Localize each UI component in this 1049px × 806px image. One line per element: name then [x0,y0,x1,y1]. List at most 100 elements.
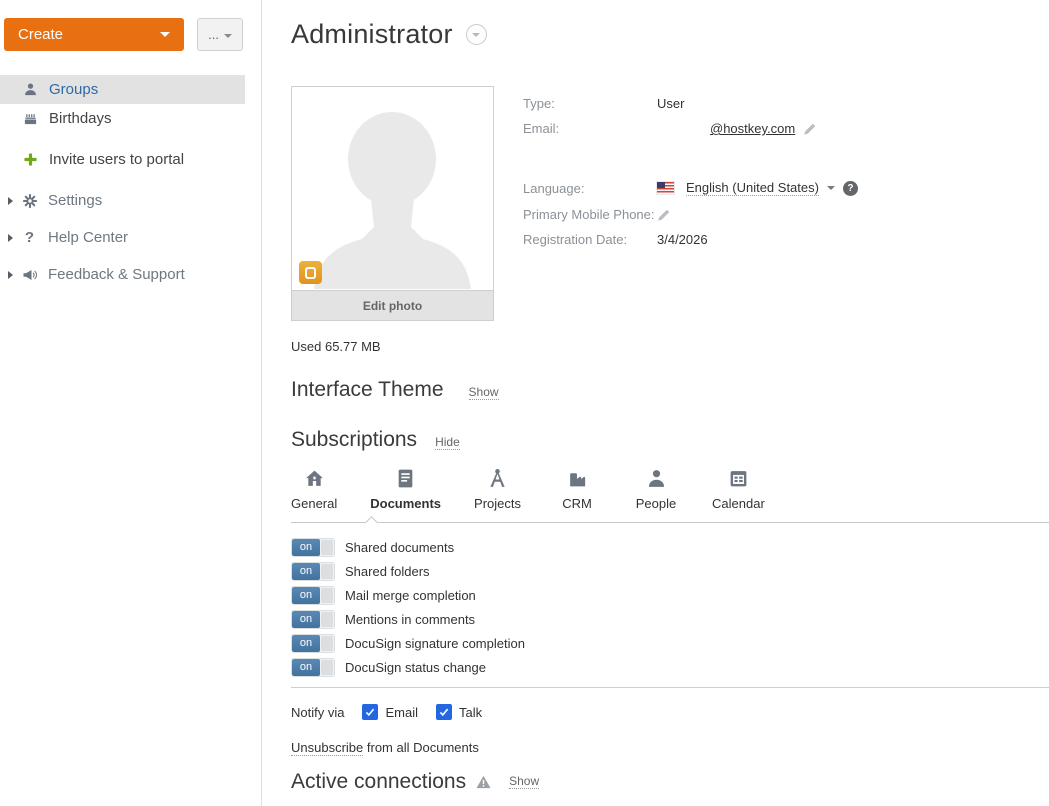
notify-talk-label: Talk [459,705,482,720]
subscription-tabs: General Documents Projects CRM [291,467,1049,523]
chevron-right-icon [8,271,13,279]
megaphone-icon [21,266,38,283]
sidebar-item-help-center[interactable]: ? Help Center [0,223,245,252]
person-icon [646,467,667,489]
notify-email-label: Email [385,705,418,720]
profile-info: Type: User Email: @hostkey.com Language: [523,86,858,321]
section-title: Active connections [291,770,466,794]
toggle-switch[interactable]: on [291,586,335,605]
subscriptions-section: Subscriptions Hide [291,428,1049,452]
field-registration-date: Registration Date: 3/4/2026 [523,227,858,252]
toggle-label: DocuSign signature completion [345,636,525,651]
sidebar-item-label: Groups [49,81,98,98]
field-email: Email: @hostkey.com [523,116,858,141]
document-icon [397,467,414,489]
sidebar-item-label: Settings [48,192,102,209]
toggle-row-shared-documents: on Shared documents [291,535,1049,559]
calendar-icon [728,467,749,489]
more-actions-label: ... [208,27,219,42]
field-phone: Primary Mobile Phone: [523,202,858,227]
used-storage-text: Used 65.77 MB [291,339,1049,354]
toggle-switch[interactable]: on [291,634,335,653]
people-profile-page: Create ... Groups Birthdays [0,0,1049,806]
toggle-label: Mentions in comments [345,612,475,627]
profile-photo-card: Edit photo [291,86,494,321]
create-button[interactable]: Create [4,18,184,51]
sidebar-item-groups[interactable]: Groups [0,75,245,104]
notify-email-checkbox[interactable] [362,704,378,720]
onlyoffice-badge-icon[interactable] [299,261,322,284]
more-actions-button[interactable]: ... [197,18,243,51]
plus-icon [22,151,39,168]
toggle-switch[interactable]: on [291,538,335,557]
main-content: Administrator Edit photo Type: [262,0,1049,806]
tab-projects[interactable]: Projects [474,467,521,511]
toggle-switch[interactable]: on [291,562,335,581]
field-language: Language: English (United States) ? [523,174,858,202]
subscriptions-hide-link[interactable]: Hide [435,436,460,450]
sidebar-item-label: Birthdays [49,110,112,127]
notify-talk-checkbox[interactable] [436,704,452,720]
tab-calendar[interactable]: Calendar [712,467,765,511]
chevron-right-icon [8,234,13,242]
profile-photo [291,86,494,290]
profile-actions-dropdown-icon[interactable] [466,24,487,45]
field-label: Email: [523,121,657,136]
create-button-label: Create [18,26,63,43]
field-label: Primary Mobile Phone: [523,207,657,222]
field-value: 3/4/2026 [657,232,708,247]
active-connections-show-link[interactable]: Show [509,775,539,789]
unsubscribe-link[interactable]: Unsubscribe [291,740,363,756]
help-icon[interactable]: ? [843,181,858,196]
tab-crm[interactable]: CRM [554,467,600,511]
toggle-row-docusign-status: on DocuSign status change [291,655,1049,679]
email-link[interactable]: @hostkey.com [710,121,795,136]
sidebar-item-label: Feedback & Support [48,266,185,283]
sidebar-menu: Groups Birthdays Invite users to portal [0,75,261,289]
chevron-down-icon [160,32,170,37]
edit-pencil-icon[interactable] [803,122,817,136]
toggle-row-mail-merge: on Mail merge completion [291,583,1049,607]
checkmark-icon [438,706,450,718]
interface-theme-section: Interface Theme Show [291,378,1049,402]
checkmark-icon [364,706,376,718]
sidebar: Create ... Groups Birthdays [0,0,262,806]
toggle-label: Shared folders [345,564,430,579]
birthday-cake-icon [22,110,39,127]
toggle-label: Shared documents [345,540,454,555]
sidebar-item-invite-users[interactable]: Invite users to portal [0,145,245,174]
language-select[interactable]: English (United States) [686,180,819,196]
toggle-switch[interactable]: on [291,610,335,629]
header: Administrator [291,19,1049,50]
person-icon [22,81,39,98]
question-mark-icon: ? [21,229,38,246]
notify-via-row: Notify via Email Talk [291,704,1049,720]
tab-documents[interactable]: Documents [370,467,441,511]
toggle-label: DocuSign status change [345,660,486,675]
tab-label: CRM [562,496,592,511]
toggle-row-shared-folders: on Shared folders [291,559,1049,583]
avatar [292,87,493,289]
tab-label: Calendar [712,496,765,511]
field-value: User [657,96,684,111]
section-title: Subscriptions [291,428,417,452]
chevron-down-icon[interactable] [827,186,835,190]
field-type: Type: User [523,91,858,116]
edit-pencil-icon[interactable] [657,208,671,222]
gear-icon [21,192,38,209]
section-divider [291,687,1049,688]
edit-photo-button[interactable]: Edit photo [291,290,494,321]
sidebar-item-birthdays[interactable]: Birthdays [0,104,245,133]
tab-label: People [636,496,676,511]
toggle-switch[interactable]: on [291,658,335,677]
tab-general[interactable]: General [291,467,337,511]
subscription-toggle-list: on Shared documents on Shared folders on… [291,535,1049,679]
tab-people[interactable]: People [633,467,679,511]
sidebar-actions: Create ... [0,18,261,51]
sidebar-item-settings[interactable]: Settings [0,186,245,215]
toggle-row-mentions: on Mentions in comments [291,607,1049,631]
sidebar-item-feedback-support[interactable]: Feedback & Support [0,260,245,289]
interface-theme-show-link[interactable]: Show [469,386,499,400]
active-connections-section: Active connections Show [291,770,1049,794]
tab-label: General [291,496,337,511]
